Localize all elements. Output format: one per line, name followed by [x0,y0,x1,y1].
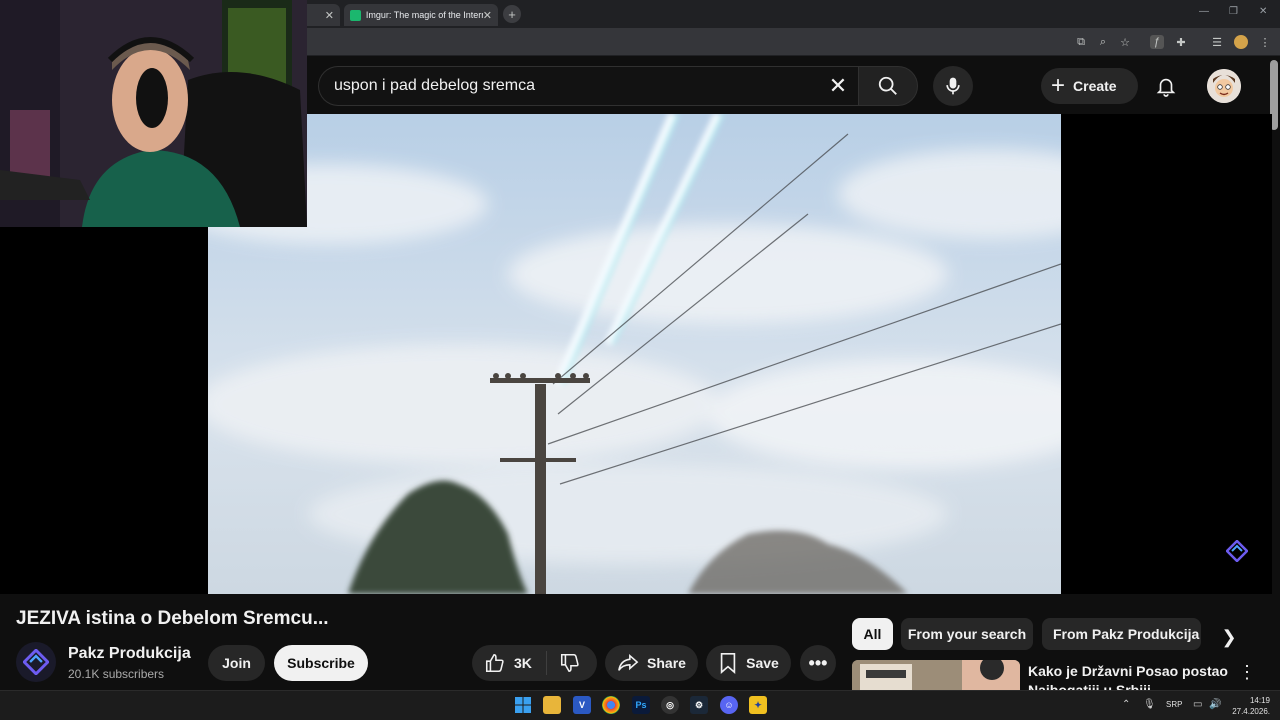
obs-icon[interactable]: ◎ [661,696,679,714]
video-player[interactable] [208,114,1061,594]
clock[interactable]: 14:19 27.4.2026. [1230,695,1270,717]
file-explorer-icon[interactable] [543,696,561,714]
like-dislike-group: 3K [472,645,597,681]
webcam-overlay [0,0,307,227]
share-button[interactable]: Share [605,645,698,681]
steam-icon[interactable]: ⚙ [690,696,708,714]
tab-close-icon[interactable]: ✕ [325,9,334,22]
install-icon[interactable]: ⧉ [1074,35,1088,49]
bookmark-star-icon[interactable]: ☆ [1118,35,1132,49]
video-frame [208,114,1061,594]
tab-label: Imgur: The magic of the Internet [365,10,483,20]
account-avatar[interactable] [1207,69,1241,103]
related-video-thumbnail[interactable] [852,660,1020,690]
share-label: Share [647,655,686,671]
chrome-icon[interactable] [602,696,620,714]
join-button[interactable]: Join [208,645,265,681]
profile-icon[interactable] [1234,35,1248,49]
chevron-right-icon[interactable]: ❯ [1218,626,1240,648]
microphone-tray-icon[interactable]: 🎙 [1143,699,1156,710]
clock-date: 27.4.2026. [1232,707,1270,716]
create-label: Create [1073,78,1117,94]
player-letterbox-right [1061,114,1272,594]
bookmark-icon [720,653,736,674]
chip-from-your-search[interactable]: From your search [901,618,1033,650]
subscriber-count: 20.1K subscribers [68,667,165,681]
more-actions-button[interactable]: ••• [800,645,836,681]
minimize-icon[interactable]: — [1199,6,1209,17]
reading-list-icon[interactable]: ☰ [1210,35,1224,49]
tray-chevron-up-icon[interactable]: ⌃ [1122,699,1130,710]
subscribe-button[interactable]: Subscribe [274,645,368,681]
share-icon [618,653,639,671]
windows-taskbar: V Ps ◎ ⚙ ☺ ✦ ⌃ 🎙 SRP ▭ 🔊 14:19 27.4.2026… [0,690,1280,720]
new-tab-button[interactable]: + [503,5,521,23]
clock-time: 14:19 [1249,696,1270,705]
language-indicator[interactable]: SRP [1166,700,1182,709]
volume-icon[interactable]: 🔊 [1209,699,1221,710]
zoom-icon[interactable]: ⌕ [1096,35,1110,49]
search-button[interactable] [858,66,918,106]
browser-tab-imgur[interactable]: Imgur: The magic of the Internet ✕ [344,4,498,26]
search-icon [878,76,897,95]
save-button[interactable]: Save [706,645,791,681]
imgur-favicon-icon [350,9,361,21]
create-button[interactable]: + Create [1041,68,1138,104]
browser-menu-icon[interactable]: ⋮ [1258,35,1272,49]
like-button[interactable]: 3K [484,652,532,674]
related-video-title[interactable]: Kako je Državni Posao postao Najbogatiji… [1028,662,1228,690]
close-window-icon[interactable]: ✕ [1259,6,1267,17]
video-title: JEZIVA istina o Debelom Sremcu... [16,608,329,629]
bell-icon [1156,78,1176,97]
plus-icon: + [1051,72,1066,99]
chip-all[interactable]: All [852,618,893,650]
notifications-button[interactable] [1152,72,1180,100]
restore-icon[interactable]: ❐ [1229,6,1238,17]
save-label: Save [746,655,779,671]
channel-name[interactable]: Pakz Produkcija [68,645,191,663]
windows-start-icon[interactable] [514,696,532,714]
photoshop-icon[interactable]: Ps [632,696,650,714]
microphone-icon [946,77,960,95]
extensions-puzzle-icon[interactable]: ✚ [1174,35,1188,49]
divider [545,651,547,675]
more-vert-icon[interactable]: ⋮ [1238,662,1256,683]
network-icon[interactable]: ▭ [1193,699,1202,710]
clear-search-icon[interactable]: ✕ [826,73,850,98]
like-count: 3K [514,655,532,671]
channel-watermark-icon[interactable] [1225,539,1249,563]
channel-avatar[interactable] [16,642,56,682]
extension-icon[interactable]: ƒ [1150,35,1164,49]
thumbs-down-icon [560,653,579,673]
voice-search-button[interactable] [933,66,973,106]
tab-close-icon[interactable]: ✕ [483,9,492,22]
search-input[interactable]: uspon i pad debelog sremca [318,66,862,106]
dislike-button[interactable] [559,652,581,674]
vortex-app-icon[interactable]: V [573,696,591,714]
app-icon[interactable]: ✦ [749,696,767,714]
thumbs-up-icon [485,653,504,673]
chip-from-channel[interactable]: From Pakz Produkcija [1042,618,1201,650]
discord-icon[interactable]: ☺ [720,696,738,714]
channel-logo-icon [23,649,49,675]
